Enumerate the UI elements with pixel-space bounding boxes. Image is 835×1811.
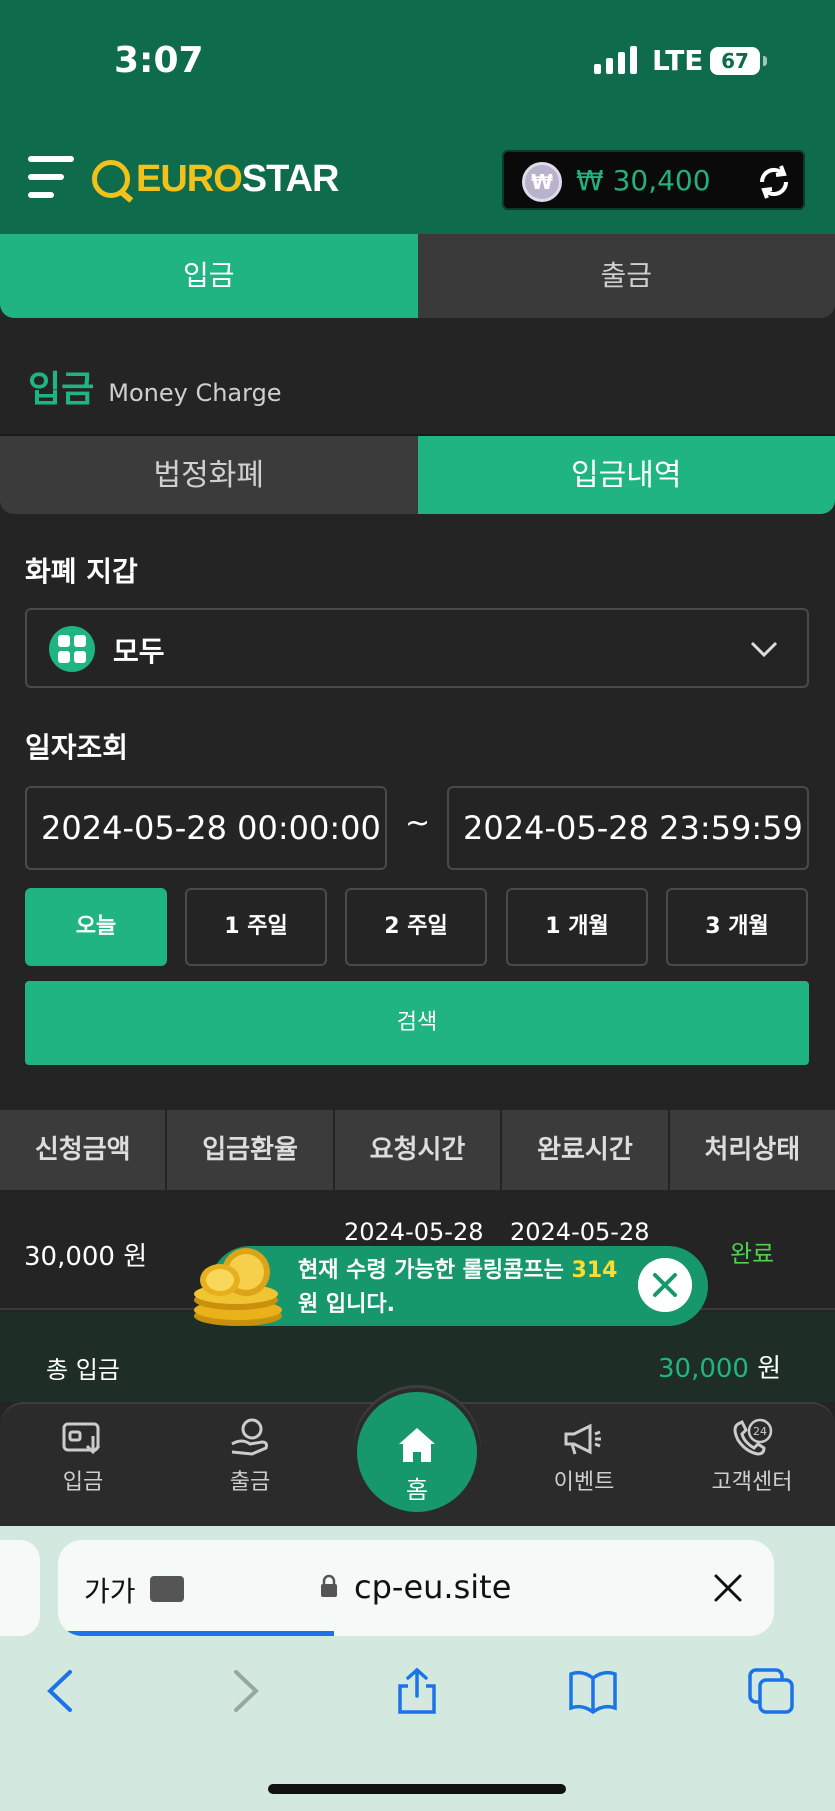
forward-arrow-icon[interactable]	[218, 1666, 268, 1716]
hamburger-menu-icon[interactable]	[28, 156, 74, 202]
nav-withdraw[interactable]: 출금	[190, 1418, 310, 1496]
bookmarks-book-icon[interactable]	[568, 1666, 618, 1716]
nav-support[interactable]: 24 고객센터	[692, 1418, 812, 1496]
deposit-wallet-icon	[62, 1422, 101, 1455]
status-clock: 3:07	[114, 40, 204, 81]
nav-event-label: 이벤트	[553, 1470, 615, 1495]
toast-line2: 원 입니다.	[298, 1292, 395, 1317]
wallet-select[interactable]: 모두	[25, 608, 809, 688]
total-unit: 원	[757, 1354, 782, 1384]
previous-tab-pill[interactable]	[0, 1540, 40, 1636]
balance-amount: ₩ 30,400	[576, 164, 711, 197]
back-arrow-icon[interactable]	[38, 1666, 88, 1716]
refresh-icon[interactable]	[754, 162, 794, 202]
row-amount: 30,000 원	[24, 1242, 148, 1272]
tab-fiat[interactable]: 법정화폐	[0, 436, 418, 514]
text-size-button[interactable]: 가가	[84, 1570, 136, 1610]
battery-icon: 67	[710, 47, 760, 75]
deposit-withdraw-tabs: 입금 출금	[0, 234, 835, 318]
gold-coins-icon	[194, 1248, 282, 1326]
search-button[interactable]: 검색	[25, 981, 809, 1065]
extension-icon[interactable]	[150, 1576, 184, 1602]
home-indicator	[268, 1784, 566, 1794]
total-value: 30,000 원	[658, 1348, 781, 1385]
browser-chrome: 가가 cp-eu.site	[0, 1526, 835, 1811]
balance-box: ₩ ₩ 30,400	[502, 150, 805, 210]
date-separator: ~	[405, 806, 431, 841]
column-header-complete-time: 완료시간	[502, 1110, 668, 1190]
toast-message: 현재 수령 가능한 롤링콤프는 314 원 입니다.	[298, 1254, 617, 1322]
wallet-selected-value: 모두	[113, 635, 165, 668]
url-text: cp-eu.site	[354, 1568, 512, 1606]
logo-text-euro: EURO	[136, 157, 243, 200]
section-title-en: Money Charge	[108, 379, 282, 407]
battery-tip	[763, 56, 767, 66]
period-1week-button[interactable]: 1 주일	[185, 888, 327, 966]
history-table-header: 신청금액 입금환율 요청시간 완료시간 처리상태	[0, 1110, 835, 1190]
deposit-sub-tabs: 법정화폐 입금내역	[0, 434, 835, 514]
app-header: EUROSTAR ₩ ₩ 30,400	[0, 120, 835, 234]
column-header-status: 처리상태	[669, 1110, 835, 1190]
toast-amount: 314	[571, 1258, 618, 1283]
nav-withdraw-label: 출금	[229, 1470, 271, 1495]
period-2week-button[interactable]: 2 주일	[345, 888, 487, 966]
column-header-request-time: 요청시간	[334, 1110, 501, 1190]
period-1month-button[interactable]: 1 개월	[506, 888, 648, 966]
toast-line1: 현재 수령 가능한 롤링콤프는	[298, 1258, 564, 1283]
eurostar-logo[interactable]: EUROSTAR	[92, 154, 340, 204]
row-complete-time: 2024-05-28	[510, 1218, 650, 1246]
withdraw-hand-coin-icon	[231, 1418, 268, 1456]
tab-deposit-history[interactable]: 입금내역	[417, 436, 835, 514]
share-icon[interactable]	[392, 1666, 442, 1716]
nav-home-label: 홈	[405, 1476, 429, 1504]
won-coin-icon: ₩	[522, 162, 562, 202]
close-icon[interactable]	[712, 1572, 744, 1604]
support-24-phone-icon: 24	[733, 1418, 773, 1456]
nav-event[interactable]: 이벤트	[524, 1418, 644, 1496]
total-amount: 30,000	[658, 1354, 749, 1384]
date-query-label: 일자조회	[25, 731, 129, 764]
status-bar: 3:07 LTE 67	[0, 0, 835, 120]
row-status: 완료	[730, 1240, 775, 1268]
svg-text:24: 24	[753, 1425, 767, 1438]
nav-deposit[interactable]: 입금	[23, 1418, 143, 1496]
section-title: 입금 Money Charge	[28, 360, 282, 412]
logo-text-star: STAR	[241, 157, 340, 200]
cell-signal-icon	[594, 46, 637, 74]
column-header-rate: 입금환율	[167, 1110, 333, 1190]
period-3month-button[interactable]: 3 개월	[666, 888, 808, 966]
logo-mark-icon	[92, 160, 130, 198]
nav-home-button[interactable]: 홈	[353, 1388, 481, 1516]
start-date-input[interactable]: 2024-05-28 00:00:00	[25, 786, 387, 870]
page-load-progress	[58, 1631, 334, 1636]
section-title-ko: 입금	[28, 369, 95, 410]
row-request-time: 2024-05-28	[344, 1218, 484, 1246]
network-type: LTE	[652, 44, 704, 77]
grid-wallet-icon	[49, 626, 95, 672]
total-label: 총 입금	[46, 1356, 120, 1384]
end-date-input[interactable]: 2024-05-28 23:59:59	[447, 786, 809, 870]
nav-deposit-label: 입금	[62, 1470, 104, 1495]
period-today-button[interactable]: 오늘	[25, 888, 167, 966]
megaphone-icon	[564, 1423, 601, 1455]
nav-support-label: 고객센터	[711, 1470, 793, 1495]
tab-withdraw[interactable]: 출금	[417, 234, 835, 318]
wallet-label: 화폐 지갑	[25, 555, 138, 588]
lock-icon	[321, 1574, 337, 1597]
address-bar[interactable]: 가가 cp-eu.site	[58, 1540, 774, 1636]
tabs-icon[interactable]	[746, 1666, 796, 1716]
close-icon[interactable]	[638, 1258, 692, 1312]
column-header-amount: 신청금액	[0, 1110, 166, 1190]
home-icon	[399, 1428, 435, 1462]
chevron-down-icon	[750, 641, 778, 658]
tab-deposit[interactable]: 입금	[0, 234, 418, 318]
